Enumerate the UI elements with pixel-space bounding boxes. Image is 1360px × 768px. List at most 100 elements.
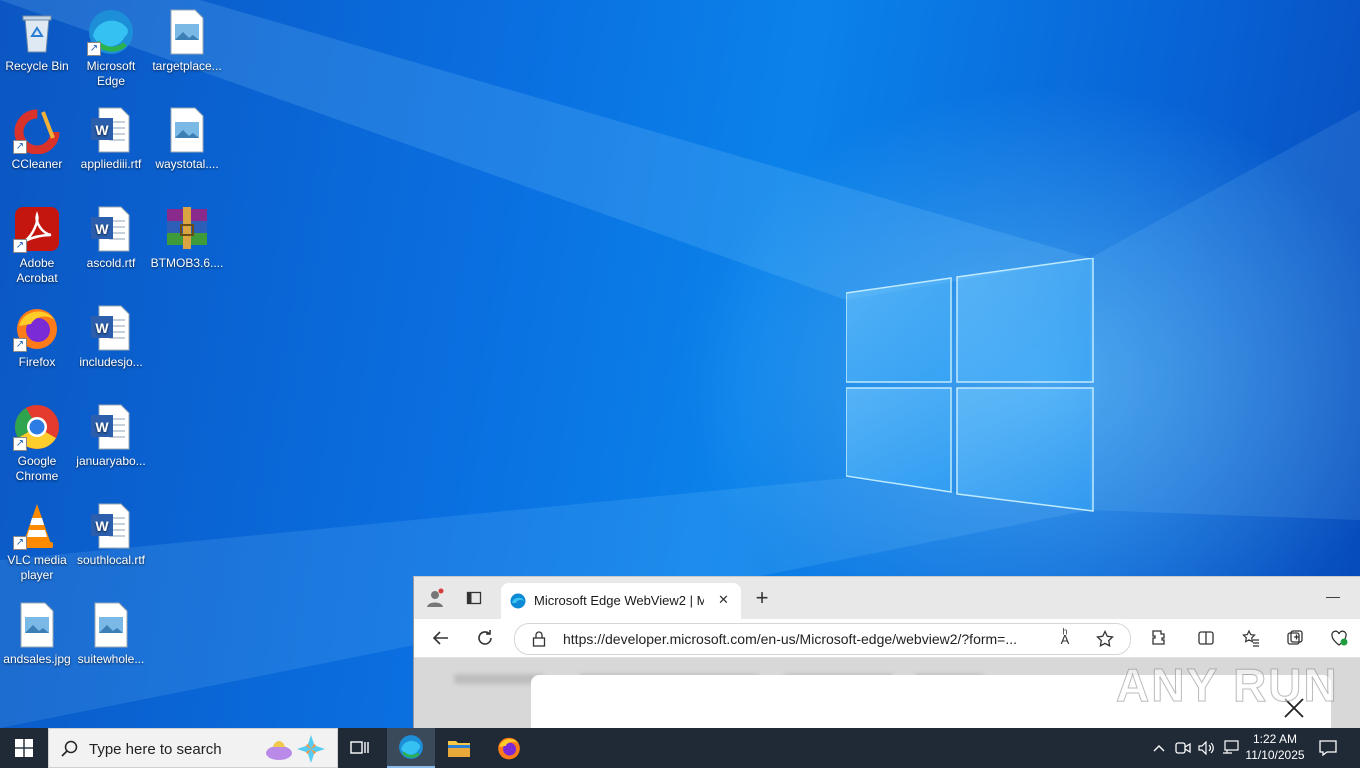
windows-wallpaper-logo (846, 258, 1094, 512)
desktop-icon-waystotal[interactable]: waystotal.... (150, 106, 224, 172)
image-file-icon (163, 8, 211, 56)
extensions-icon[interactable] (1144, 623, 1174, 653)
icon-label: Recycle Bin (5, 59, 69, 73)
search-highlight-icon (263, 735, 329, 768)
network-icon[interactable] (1220, 728, 1242, 768)
close-tab-icon[interactable]: ✕ (718, 592, 729, 608)
icon-label: Firefox (18, 355, 56, 369)
url-text: https://developer.microsoft.com/en-us/Mi… (563, 631, 1018, 647)
word-document-icon: W (87, 403, 135, 451)
desktop-icon-vlc[interactable]: ↗ VLC media player (0, 502, 74, 583)
search-icon (61, 740, 79, 763)
task-view-button[interactable] (336, 728, 384, 768)
image-file-icon (163, 106, 211, 154)
svg-text:W: W (95, 122, 109, 138)
tab-title: Microsoft Edge WebView2 | Microsoft Edge… (534, 593, 704, 608)
taskbar-file-explorer-button[interactable] (435, 728, 483, 768)
read-aloud-icon[interactable]: Aͪ (1050, 624, 1080, 654)
winrar-archive-icon (163, 205, 211, 253)
desktop-icon-adobe-acrobat[interactable]: ↗ Adobe Acrobat (0, 205, 74, 286)
split-screen-icon[interactable] (1191, 623, 1221, 653)
desktop-icon-southlocal-rtf[interactable]: W southlocal.rtf (74, 502, 148, 568)
taskbar-search-box[interactable]: Type here to search (48, 728, 338, 768)
word-document-icon: W (87, 106, 135, 154)
icon-label: andsales.jpg (3, 652, 71, 666)
icon-label: BTMOB3.6.... (150, 256, 224, 270)
word-document-icon: W (87, 205, 135, 253)
word-document-icon: W (87, 502, 135, 550)
desktop-icon-januaryabo[interactable]: W januaryabo... (74, 403, 148, 469)
tab-webview2[interactable]: Microsoft Edge WebView2 | Microsoft Edge… (501, 583, 741, 619)
browser-toolbar: https://developer.microsoft.com/en-us/Mi… (414, 619, 1360, 658)
svg-text:W: W (95, 221, 109, 237)
svg-text:W: W (95, 320, 109, 336)
vlc-cone-icon: ↗ (13, 502, 61, 550)
clock-time: 1:22 AM (1252, 732, 1298, 746)
firefox-icon (498, 737, 520, 760)
recycle-bin-icon (13, 8, 61, 56)
desktop-icon-google-chrome[interactable]: ↗ Google Chrome (0, 403, 74, 484)
new-tab-button[interactable]: + (747, 583, 777, 613)
icon-label: waystotal.... (155, 157, 219, 171)
icon-label: Google Chrome (15, 454, 59, 483)
svg-text:W: W (95, 518, 109, 534)
tab-bar: Microsoft Edge WebView2 | Microsoft Edge… (414, 577, 1360, 619)
task-view-icon (350, 741, 369, 754)
icon-label: targetplace... (152, 59, 222, 73)
meet-now-icon[interactable] (1172, 728, 1194, 768)
profile-icon[interactable] (420, 583, 450, 613)
icon-label: Adobe Acrobat (16, 256, 58, 285)
volume-icon[interactable] (1196, 728, 1218, 768)
edge-icon: ↗ (87, 8, 135, 56)
minimize-button[interactable]: — (1318, 581, 1348, 611)
icon-label: ascold.rtf (86, 256, 136, 270)
start-button[interactable] (0, 728, 48, 768)
desktop-icon-ccleaner[interactable]: ↗ CCleaner (0, 106, 74, 172)
image-file-icon (87, 601, 135, 649)
word-document-icon: W (87, 304, 135, 352)
folder-icon (448, 741, 470, 757)
favorites-list-icon[interactable] (1236, 623, 1266, 653)
back-arrow-icon[interactable] (426, 623, 456, 653)
desktop-icon-microsoft-edge[interactable]: ↗ Microsoft Edge (74, 8, 148, 89)
adobe-acrobat-icon: ↗ (13, 205, 61, 253)
icon-label: januaryabo... (76, 454, 146, 468)
system-clock[interactable]: 1:22 AM 11/10/2025 (1240, 731, 1310, 763)
action-center-icon[interactable] (1314, 728, 1342, 768)
firefox-icon: ↗ (13, 304, 61, 352)
collections-icon[interactable] (1280, 623, 1310, 653)
search-placeholder: Type here to search (89, 741, 222, 758)
image-file-icon (13, 601, 61, 649)
desktop-icon-recycle-bin[interactable]: Recycle Bin (0, 8, 74, 74)
tab-actions-icon[interactable] (459, 583, 489, 613)
browser-essentials-icon[interactable] (1324, 623, 1354, 653)
ccleaner-icon: ↗ (13, 106, 61, 155)
desktop-icon-includesjo[interactable]: W includesjo... (74, 304, 148, 370)
desktop-icon-suitewhole[interactable]: suitewhole... (74, 601, 148, 667)
desktop-icon-ascold-rtf[interactable]: W ascold.rtf (74, 205, 148, 271)
refresh-icon[interactable] (470, 623, 500, 653)
windows-start-icon (15, 739, 33, 757)
lock-icon (532, 631, 546, 650)
svg-text:W: W (95, 419, 109, 435)
favorite-star-icon[interactable] (1090, 624, 1120, 654)
edge-icon (399, 735, 423, 759)
icon-label: southlocal.rtf (76, 553, 146, 567)
clock-date: 11/10/2025 (1245, 748, 1305, 762)
address-bar[interactable]: https://developer.microsoft.com/en-us/Mi… (514, 623, 1131, 655)
anyrun-watermark: ANY RUN (1116, 659, 1339, 712)
icon-label: suitewhole... (77, 652, 145, 666)
taskbar: Type here to search 1:22 AM 11/10/2025 (0, 728, 1360, 768)
google-chrome-icon: ↗ (13, 403, 61, 451)
show-hidden-icons-chevron-icon[interactable] (1148, 728, 1170, 768)
edge-favicon-icon (510, 593, 526, 612)
icon-label: Microsoft Edge (86, 59, 136, 88)
desktop-icon-appliediii-rtf[interactable]: W appliediii.rtf (74, 106, 148, 172)
icon-label: CCleaner (11, 157, 63, 171)
desktop-icon-btmob-archive[interactable]: BTMOB3.6.... (150, 205, 224, 271)
taskbar-edge-button[interactable] (387, 728, 435, 768)
desktop-icon-firefox[interactable]: ↗ Firefox (0, 304, 74, 370)
desktop-icon-andsales-jpg[interactable]: andsales.jpg (0, 601, 74, 667)
taskbar-firefox-button[interactable] (485, 728, 533, 768)
desktop-icon-targetplace[interactable]: targetplace... (150, 8, 224, 74)
